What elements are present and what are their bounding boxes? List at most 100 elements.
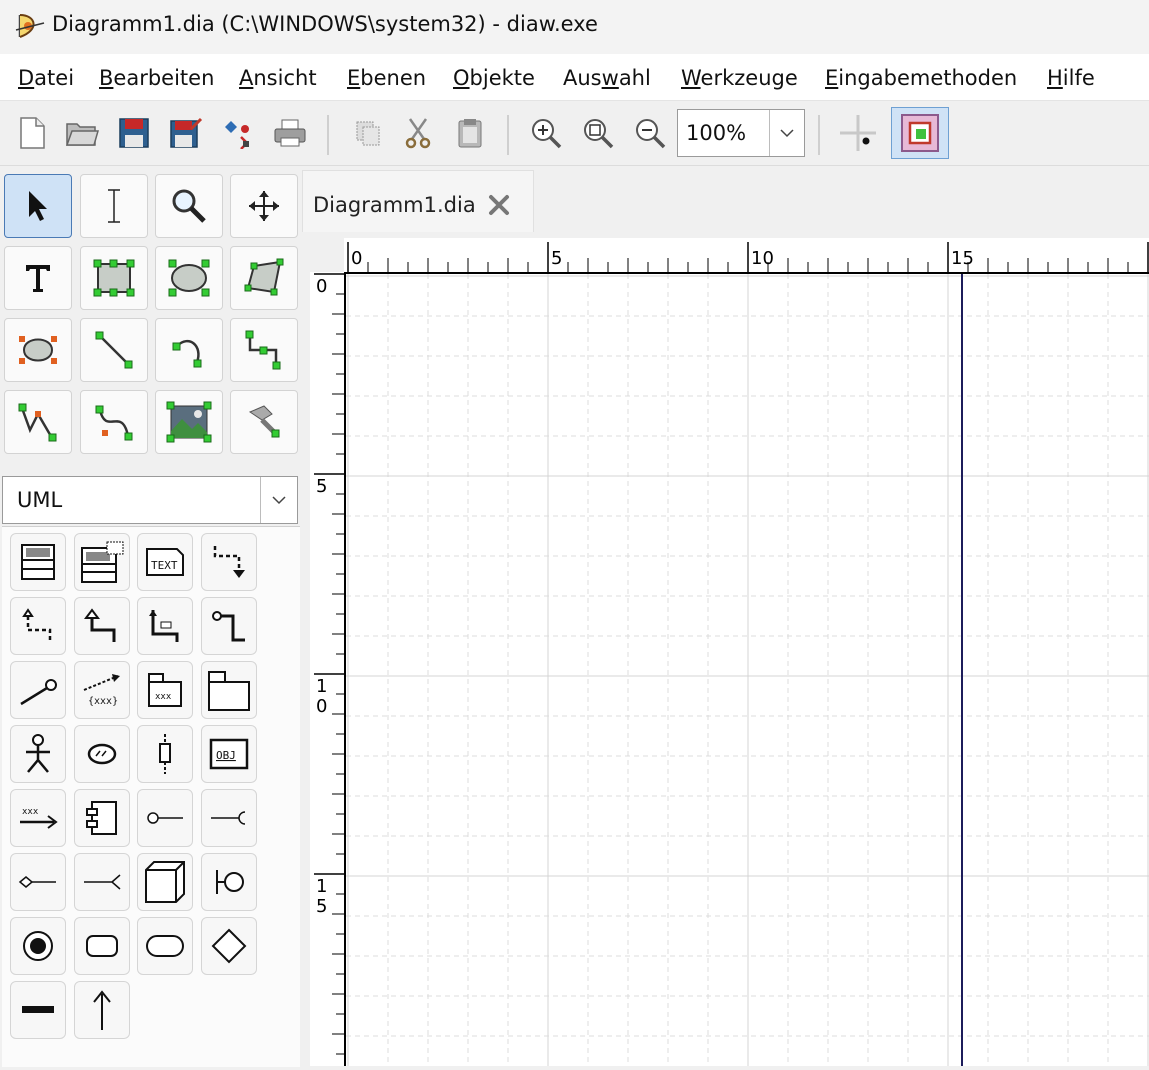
outline-tool[interactable] — [230, 390, 298, 454]
uml-fork-icon[interactable] — [10, 981, 66, 1039]
uml-usecase-icon[interactable] — [74, 725, 130, 783]
zoom-input[interactable] — [678, 110, 770, 156]
uml-class-icon[interactable] — [10, 533, 66, 591]
ruler-label: 0 — [351, 248, 362, 269]
canvas-grid — [346, 274, 1149, 1066]
document-tab-bar: Diagramm1.dia — [300, 166, 1149, 234]
menu-eingabemethoden[interactable]: Eingabemethoden — [825, 66, 1017, 90]
uml-large-package-icon[interactable]: xxx — [137, 661, 193, 719]
uml-small-package-icon[interactable]: {xxx} — [74, 661, 130, 719]
menu-bar: Datei Bearbeiten Ansicht Ebenen Objekte Auswa… — [0, 54, 1149, 101]
menu-ansicht[interactable]: Ansicht — [239, 66, 317, 90]
magnify-tool[interactable] — [155, 174, 223, 238]
zoom-in-icon[interactable] — [526, 113, 566, 153]
menu-datei[interactable]: Datei — [18, 66, 74, 90]
vertical-ruler-ticks: 051015 — [314, 273, 344, 1055]
menu-objekte[interactable]: Objekte — [453, 66, 535, 90]
uml-state-term-icon[interactable] — [10, 917, 66, 975]
uml-realizes-icon[interactable] — [10, 597, 66, 655]
uml-aggregation-icon[interactable] — [10, 853, 66, 911]
zoom-combobox[interactable] — [677, 109, 805, 157]
save-as-icon[interactable] — [166, 113, 206, 153]
menu-accelerator: E — [347, 66, 361, 90]
uml-component-icon[interactable] — [74, 789, 130, 847]
uml-lollipop-provided-icon[interactable] — [137, 789, 193, 847]
menu-hilfe[interactable]: Hilfe — [1047, 66, 1095, 90]
sheet-selector[interactable]: UML — [2, 476, 298, 524]
chevron-down-icon[interactable] — [260, 477, 297, 523]
cut-icon[interactable] — [398, 113, 438, 153]
uml-lifeline-icon[interactable] — [137, 725, 193, 783]
svg-text:{xxx}: {xxx} — [88, 696, 118, 707]
uml-actor-icon[interactable] — [10, 725, 66, 783]
uml-dependency-icon[interactable] — [201, 533, 257, 591]
uml-implements-icon[interactable] — [201, 597, 257, 655]
menu-bearbeiten[interactable]: Bearbeiten — [99, 66, 214, 90]
vertical-ruler[interactable]: 051015 — [310, 272, 346, 1066]
menu-accelerator: A — [239, 66, 254, 90]
menu-accelerator: H — [1047, 66, 1063, 90]
diagram-canvas[interactable] — [346, 274, 1149, 1066]
uml-note-icon[interactable]: TEXT — [137, 533, 193, 591]
horizontal-ruler[interactable]: 0 5 10 15 — [344, 238, 1149, 274]
export-icon[interactable] — [218, 113, 258, 153]
paste-icon[interactable] — [450, 113, 490, 153]
menu-ebenen[interactable]: Ebenen — [347, 66, 426, 90]
uml-generalization-icon[interactable] — [74, 597, 130, 655]
bezierline-tool[interactable] — [80, 390, 148, 454]
menu-accelerator: w — [601, 66, 619, 90]
zoom-out-icon[interactable] — [630, 113, 670, 153]
save-icon[interactable] — [114, 113, 154, 153]
chevron-down-icon[interactable] — [769, 110, 804, 156]
snap-to-objects-icon[interactable] — [891, 107, 949, 159]
uml-branch-icon[interactable] — [201, 917, 257, 975]
ruler-label: 0 — [316, 696, 327, 717]
close-icon[interactable] — [485, 193, 513, 217]
uml-node-icon[interactable] — [137, 853, 193, 911]
line-tool[interactable] — [80, 318, 148, 382]
image-tool[interactable] — [155, 390, 223, 454]
box-tool[interactable] — [80, 246, 148, 310]
ruler-label: 1 — [316, 876, 327, 897]
uml-state-icon[interactable] — [74, 917, 130, 975]
uml-fork-arrow-icon[interactable] — [74, 853, 130, 911]
menu-auswahl[interactable]: Auswahl — [563, 66, 651, 90]
window-title: Diagramm1.dia (C:\WINDOWS\system32) - di… — [52, 12, 598, 36]
uml-transition-icon[interactable] — [74, 981, 130, 1039]
zoom-fit-icon[interactable] — [578, 113, 618, 153]
menu-accelerator: O — [453, 66, 470, 90]
svg-text:TEXT: TEXT — [151, 559, 178, 572]
menu-werkzeuge[interactable]: Werkzeuge — [681, 66, 798, 90]
scroll-tool[interactable] — [230, 174, 298, 238]
copy-icon[interactable] — [348, 113, 388, 153]
text-tool[interactable] — [4, 246, 72, 310]
snap-to-grid-icon[interactable] — [838, 113, 878, 153]
uml-message-icon[interactable]: xxx — [10, 789, 66, 847]
polygon-tool[interactable] — [230, 246, 298, 310]
uml-constraint-icon[interactable] — [10, 661, 66, 719]
ruler-corner — [310, 238, 344, 272]
print-icon[interactable] — [270, 113, 310, 153]
arc-tool[interactable] — [155, 318, 223, 382]
new-icon[interactable] — [12, 113, 52, 153]
uml-lollipop-required-icon[interactable] — [201, 789, 257, 847]
ruler-label: 5 — [551, 248, 562, 269]
uml-activity-icon[interactable] — [137, 917, 193, 975]
modify-tool[interactable] — [4, 174, 72, 238]
uml-object-icon[interactable]: OBJ — [201, 725, 257, 783]
uml-association-icon[interactable] — [137, 597, 193, 655]
uml-classicon-package-icon[interactable] — [201, 661, 257, 719]
beziergon-tool[interactable] — [4, 318, 72, 382]
polyline-tool[interactable] — [4, 390, 72, 454]
tab-diagramm1[interactable]: Diagramm1.dia — [302, 170, 534, 232]
ruler-label: 5 — [316, 896, 327, 917]
ellipse-tool[interactable] — [155, 246, 223, 310]
uml-boundary-icon[interactable] — [201, 853, 257, 911]
zigzagline-tool[interactable] — [230, 318, 298, 382]
menu-accelerator: E — [825, 66, 839, 90]
open-icon[interactable] — [62, 113, 102, 153]
uml-template-class-icon[interactable] — [74, 533, 130, 591]
menu-accelerator: D — [18, 66, 35, 90]
toolbar-separator — [507, 115, 509, 155]
text-edit-tool[interactable] — [80, 174, 148, 238]
